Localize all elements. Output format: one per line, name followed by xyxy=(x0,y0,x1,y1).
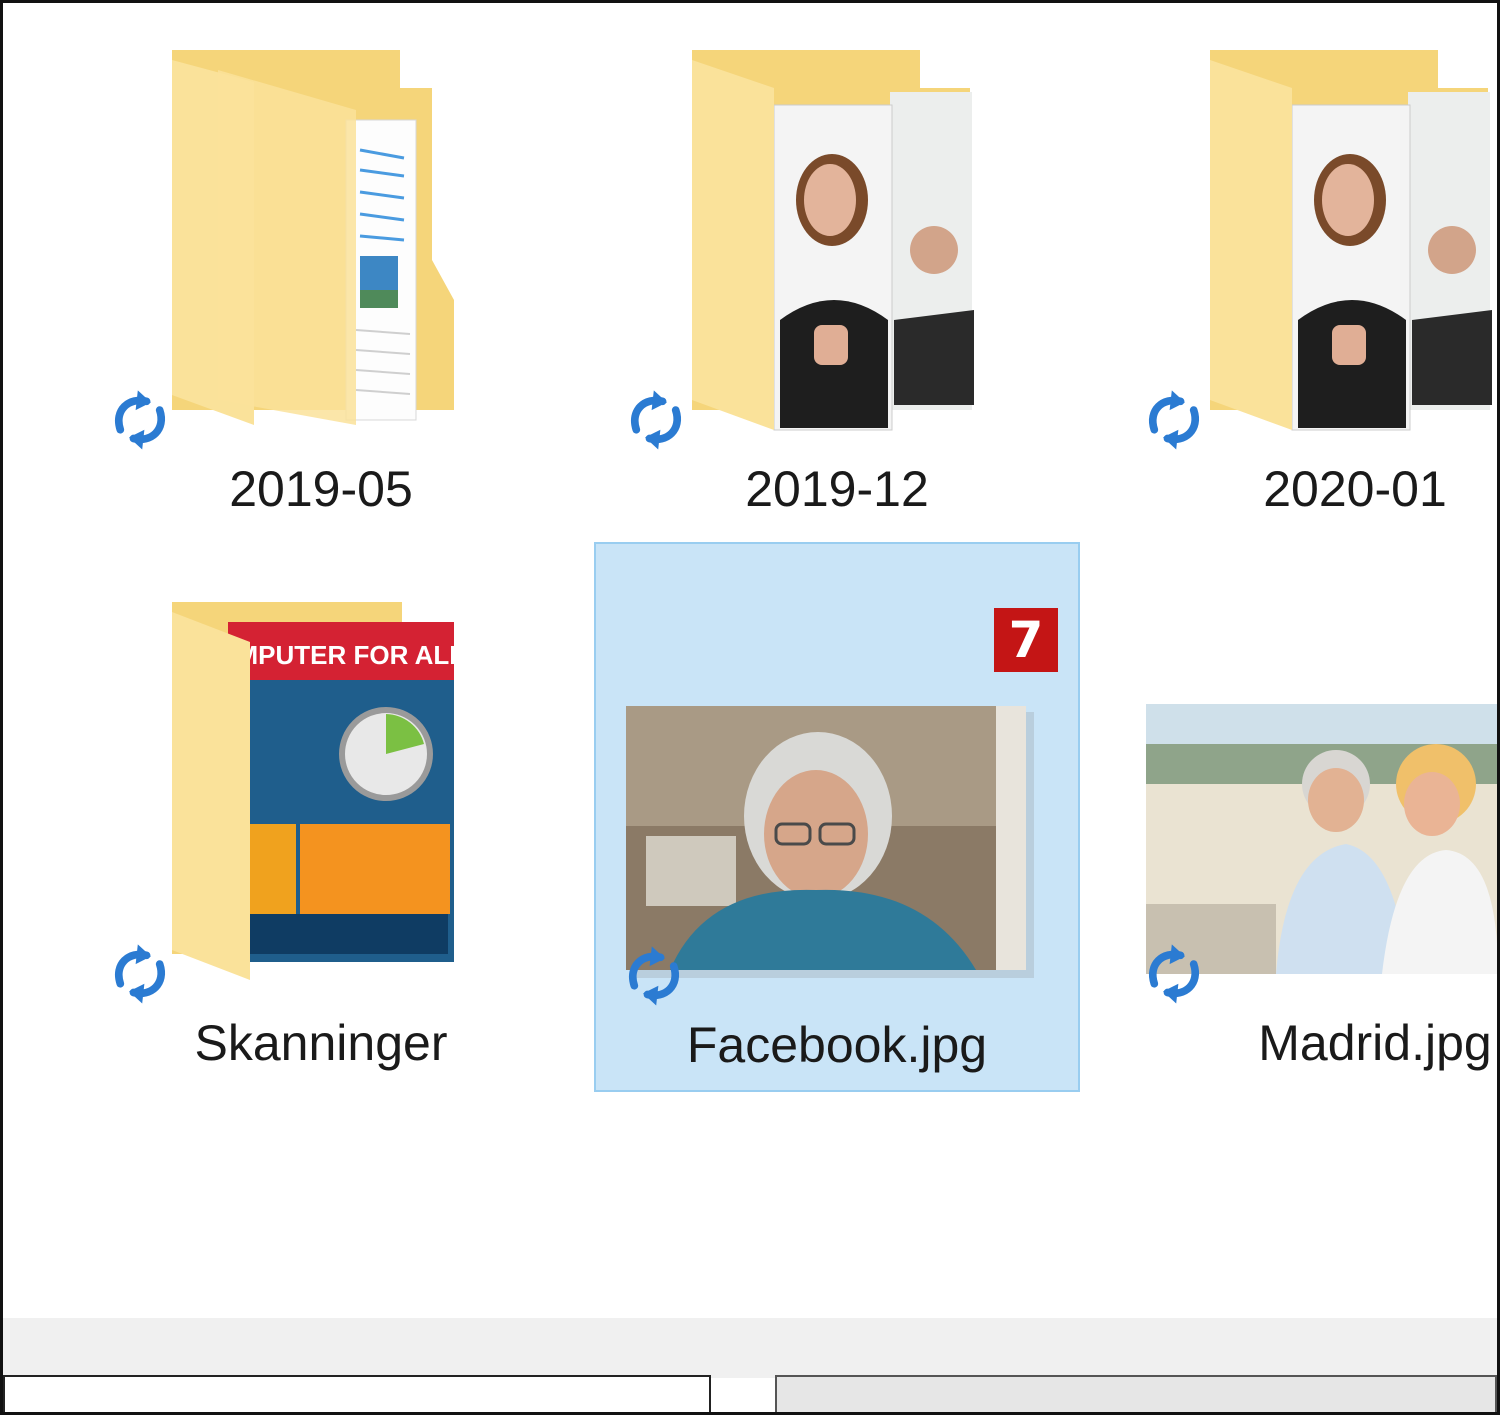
photo-thumbnail xyxy=(626,706,1034,978)
sync-icon xyxy=(614,386,698,456)
sync-icon xyxy=(612,942,696,1012)
count-badge: 7 xyxy=(994,608,1058,672)
sync-icon xyxy=(98,386,182,456)
photo-thumbnail xyxy=(1146,704,1498,974)
folder-item-2019-12[interactable]: 2019-12 xyxy=(594,30,1080,580)
item-label: 2019-12 xyxy=(745,461,929,517)
folder-item-2020-01[interactable]: 2020-01 xyxy=(1112,30,1500,580)
item-label: Madrid.jpg xyxy=(1258,1015,1492,1071)
file-item-madrid-jpg[interactable]: Madrid.jpg xyxy=(1112,584,1500,1134)
item-label: 2020-01 xyxy=(1263,461,1447,517)
sync-icon xyxy=(98,940,182,1010)
status-bar xyxy=(3,1318,1497,1378)
file-item-facebook-jpg[interactable]: 7 Facebook.jpg xyxy=(594,542,1080,1092)
bottom-input-field[interactable] xyxy=(3,1375,711,1415)
folder-item-2019-05[interactable]: 2019-05 xyxy=(78,30,564,580)
sync-icon xyxy=(1132,386,1216,456)
item-label: Facebook.jpg xyxy=(686,1017,988,1073)
folder-item-skanninger[interactable]: KOMPUTER FOR ALLE Skanninger xyxy=(78,584,564,1134)
sync-icon xyxy=(1132,940,1216,1010)
item-label: Skanninger xyxy=(194,1015,448,1071)
item-label: 2019-05 xyxy=(229,461,413,517)
horizontal-scrollbar[interactable] xyxy=(775,1375,1497,1415)
